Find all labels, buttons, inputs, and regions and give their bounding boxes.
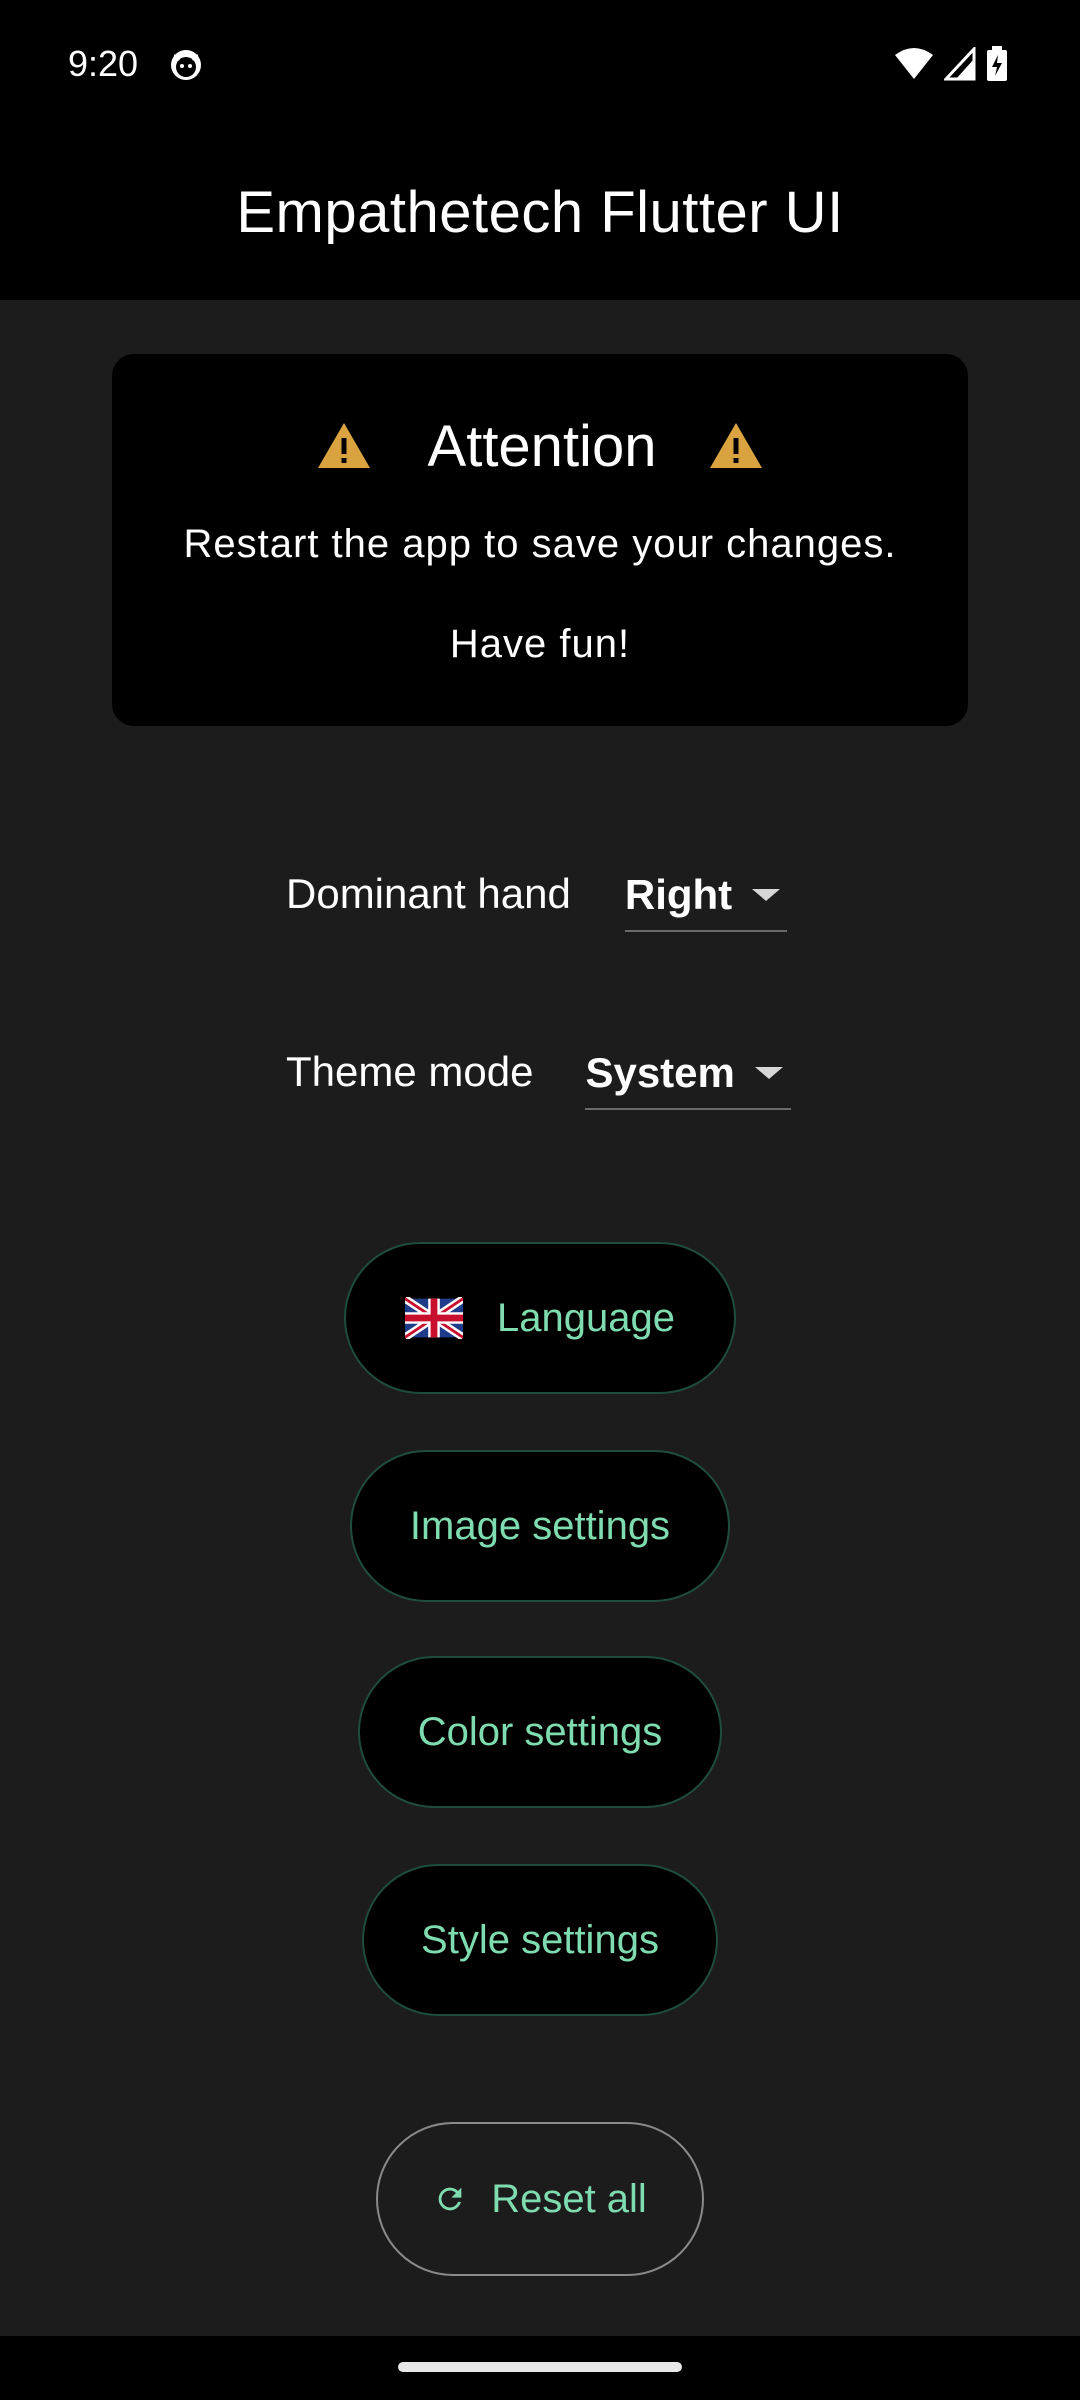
attention-title: Attention xyxy=(427,413,657,479)
wifi-icon xyxy=(895,48,933,79)
attention-message: Restart the app to save your changes. xyxy=(183,522,897,566)
status-icons xyxy=(894,44,1008,84)
theme-mode-setting: Theme mode System xyxy=(286,1038,792,1110)
attention-card: Attention Restart the app to save your c… xyxy=(112,354,968,726)
chevron-down-icon xyxy=(752,889,781,901)
home-gesture-handle[interactable] xyxy=(398,2362,682,2372)
uk-flag-icon xyxy=(405,1297,464,1339)
reset-all-label: Reset all xyxy=(491,2176,647,2221)
theme-mode-value: System xyxy=(585,1049,735,1096)
dominant-hand-value: Right xyxy=(624,871,733,918)
theme-mode-label: Theme mode xyxy=(286,1048,534,1095)
status-bar: 9:20 xyxy=(0,0,1080,128)
status-time: 9:20 xyxy=(68,43,139,84)
language-button[interactable]: Language xyxy=(344,1242,736,1394)
attention-header: Attention xyxy=(112,408,968,484)
image-settings-button[interactable]: Image settings xyxy=(350,1450,730,1602)
warning-icon xyxy=(317,423,370,468)
dominant-hand-label: Dominant hand xyxy=(286,870,571,917)
refresh-icon xyxy=(438,2187,462,2211)
cell-signal-icon xyxy=(944,47,976,81)
color-settings-button[interactable]: Color settings xyxy=(358,1656,722,1808)
dominant-hand-dropdown[interactable]: Right xyxy=(624,860,787,932)
app-bar: Empathetech Flutter UI xyxy=(0,128,1080,300)
language-label: Language xyxy=(497,1295,675,1340)
warning-icon xyxy=(710,423,763,468)
color-settings-label: Color settings xyxy=(417,1709,663,1754)
image-settings-label: Image settings xyxy=(409,1503,671,1548)
style-settings-label: Style settings xyxy=(421,1917,659,1962)
cat-face-icon xyxy=(171,50,201,80)
chevron-down-icon xyxy=(754,1067,783,1079)
app-title: Empathetech Flutter UI xyxy=(236,179,844,245)
dominant-hand-setting: Dominant hand Right xyxy=(286,860,787,932)
theme-mode-dropdown[interactable]: System xyxy=(585,1038,792,1110)
battery-charging-icon xyxy=(987,46,1007,81)
style-settings-button[interactable]: Style settings xyxy=(362,1864,718,2016)
reset-all-button[interactable]: Reset all xyxy=(376,2122,704,2276)
attention-subtitle: Have fun! xyxy=(449,622,631,666)
